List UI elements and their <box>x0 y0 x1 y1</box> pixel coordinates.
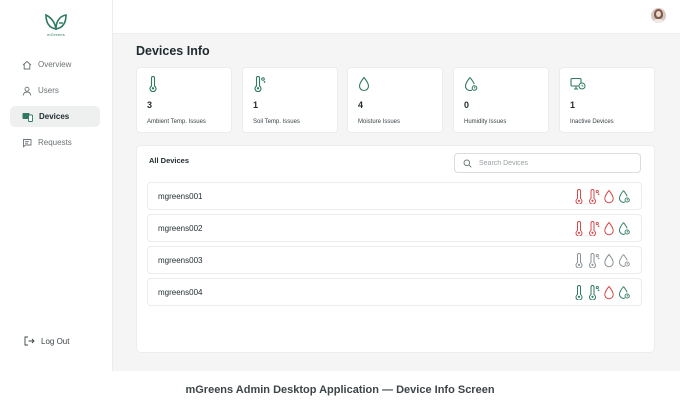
card-count: 0 <box>464 100 470 110</box>
brand-logo[interactable]: mGreens <box>41 13 71 37</box>
humidity-status-icon <box>618 253 630 268</box>
sidebar-item-users[interactable]: Users <box>10 80 100 101</box>
device-row[interactable]: mgreens001 <box>147 182 642 210</box>
user-icon <box>22 86 32 96</box>
soil-temp-status-icon <box>588 285 600 301</box>
main-content: Devices Info 3 Ambient Temp. Issues 1 So… <box>113 34 680 371</box>
card-count: 1 <box>570 100 576 110</box>
moisture-status-icon <box>603 253 615 268</box>
avatar-face <box>656 11 661 17</box>
card-label: Ambient Temp. Issues <box>147 119 206 125</box>
sidebar: mGreens Overview Users Devices Requests … <box>0 0 113 371</box>
device-name: mgreens002 <box>158 224 203 233</box>
thermometer-icon <box>149 76 157 92</box>
moisture-status-icon <box>603 189 615 204</box>
brand-name: mGreens <box>47 32 65 37</box>
home-icon <box>22 60 32 69</box>
device-status-icons <box>573 189 630 205</box>
avatar-body <box>653 19 664 23</box>
app-window: mGreens Overview Users Devices Requests … <box>0 0 680 371</box>
sidebar-nav: Overview Users Devices Requests <box>10 54 100 158</box>
panel-title: All Devices <box>149 156 190 165</box>
humidity-status-icon <box>618 221 630 236</box>
device-list: mgreens001 mgreens002 mgreens003 mgreens… <box>147 182 642 310</box>
sidebar-item-label: Devices <box>39 112 70 121</box>
sidebar-item-label: Requests <box>38 138 72 147</box>
ambient-temp-status-icon <box>573 221 585 237</box>
card-label: Moisture Issues <box>358 119 401 125</box>
logout-button[interactable]: Log Out <box>24 336 69 346</box>
sidebar-item-label: Overview <box>38 60 72 69</box>
card-soil-temp[interactable]: 1 Soil Temp. Issues <box>242 67 338 133</box>
ambient-temp-status-icon <box>573 285 585 301</box>
device-name: mgreens001 <box>158 192 203 201</box>
humidity-icon <box>464 77 478 91</box>
device-row[interactable]: mgreens002 <box>147 214 642 242</box>
soil-temp-status-icon <box>588 221 600 237</box>
summary-cards: 3 Ambient Temp. Issues 1 Soil Temp. Issu… <box>136 67 656 133</box>
devices-panel: All Devices mgreens001 mgreens002 <box>136 145 655 353</box>
top-bar <box>113 0 680 34</box>
card-count: 4 <box>358 100 364 110</box>
leaf-logo-icon <box>45 13 67 30</box>
inactive-device-icon <box>570 77 586 90</box>
sidebar-item-devices[interactable]: Devices <box>10 106 100 127</box>
card-ambient-temp[interactable]: 3 Ambient Temp. Issues <box>136 67 232 133</box>
sidebar-item-overview[interactable]: Overview <box>10 54 100 75</box>
humidity-status-icon <box>618 285 630 300</box>
device-status-icons <box>573 285 630 301</box>
soil-thermometer-icon <box>254 76 266 92</box>
card-label: Inactive Devices <box>570 119 614 125</box>
device-status-icons <box>573 253 630 269</box>
search-icon <box>463 159 472 168</box>
card-label: Humidity Issues <box>464 119 507 125</box>
search-input[interactable] <box>479 159 629 167</box>
avatar[interactable] <box>651 8 666 23</box>
logout-icon <box>24 336 35 346</box>
devices-icon <box>22 112 33 122</box>
card-inactive-devices[interactable]: 1 Inactive Devices <box>559 67 655 133</box>
sidebar-item-label: Users <box>38 86 59 95</box>
screen-caption: mGreens Admin Desktop Application — Devi… <box>185 384 495 396</box>
ambient-temp-status-icon <box>573 253 585 269</box>
moisture-status-icon <box>603 221 615 236</box>
sidebar-item-requests[interactable]: Requests <box>10 132 100 153</box>
device-name: mgreens003 <box>158 256 203 265</box>
device-status-icons <box>573 221 630 237</box>
card-humidity[interactable]: 0 Humidity Issues <box>453 67 549 133</box>
card-label: Soil Temp. Issues <box>253 119 300 125</box>
card-count: 1 <box>253 100 259 110</box>
humidity-status-icon <box>618 189 630 204</box>
device-row[interactable]: mgreens004 <box>147 278 642 306</box>
logout-label: Log Out <box>41 336 70 346</box>
droplet-icon <box>358 76 370 92</box>
page-title: Devices Info <box>136 44 210 58</box>
soil-temp-status-icon <box>588 253 600 269</box>
card-moisture[interactable]: 4 Moisture Issues <box>347 67 443 133</box>
soil-temp-status-icon <box>588 189 600 205</box>
card-count: 3 <box>147 100 153 110</box>
ambient-temp-status-icon <box>573 189 585 205</box>
moisture-status-icon <box>603 285 615 300</box>
search-box[interactable] <box>454 153 641 173</box>
device-name: mgreens004 <box>158 288 203 297</box>
device-row[interactable]: mgreens003 <box>147 246 642 274</box>
message-icon <box>23 138 32 148</box>
